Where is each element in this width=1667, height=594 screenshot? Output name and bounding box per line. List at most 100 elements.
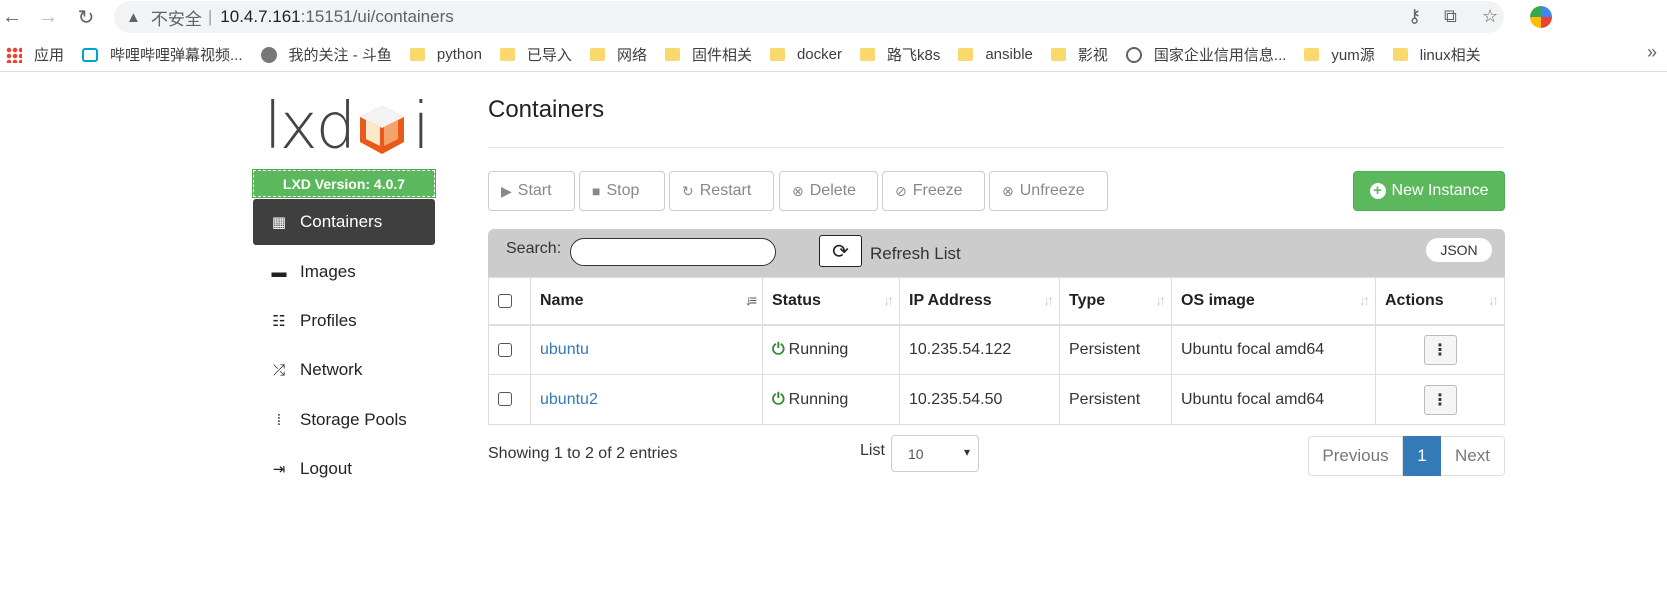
refresh-button[interactable]: ⟳: [819, 235, 862, 267]
more-bookmarks-icon[interactable]: »: [1647, 42, 1657, 63]
previous-page-button[interactable]: Previous: [1308, 436, 1403, 476]
bookmark-folder[interactable]: 固件相关: [664, 44, 752, 65]
delete-button[interactable]: ⊗ Delete: [779, 171, 878, 211]
tv-icon: [82, 47, 99, 62]
browser-toolbar: ← → ↻ ▲ 不安全 | 10.4.7.161:15151/ui/contai…: [0, 0, 1667, 34]
table-row: ubuntu2 ⏻ Running 10.235.54.50 Persistent…: [488, 374, 1505, 425]
cube-logo-icon: [360, 106, 404, 154]
type-cell: Persistent: [1059, 324, 1172, 375]
check-circle-icon: ⊘: [895, 182, 907, 199]
translate-icon[interactable]: ⧉: [1444, 6, 1457, 27]
globe-icon: [1125, 46, 1142, 63]
url-path: :15151/ui/containers: [300, 7, 454, 26]
freeze-button[interactable]: ⊘ Freeze: [882, 171, 985, 211]
column-header-name[interactable]: Name ↓≡: [530, 277, 763, 326]
bookmark-folder[interactable]: 路飞k8s: [860, 44, 940, 65]
actions-menu-button[interactable]: ⋮: [1423, 384, 1457, 415]
folder-icon: [1050, 48, 1066, 61]
bookmark-folder[interactable]: linux相关: [1392, 44, 1481, 65]
lxd-version-badge: LXD Version: 4.0.7: [252, 169, 436, 198]
search-label: Search:: [506, 240, 562, 257]
row-checkbox[interactable]: [498, 392, 512, 407]
current-page-button[interactable]: 1: [1403, 436, 1441, 476]
container-name-link[interactable]: ubuntu: [540, 341, 589, 358]
bookmark-gsxt[interactable]: 国家企业信用信息...: [1125, 44, 1286, 65]
new-instance-button[interactable]: + New Instance: [1353, 171, 1505, 211]
sidebar-item-logout[interactable]: ⇥ Logout: [253, 446, 435, 492]
bookmark-folder[interactable]: 已导入: [499, 44, 572, 65]
row-checkbox[interactable]: [498, 342, 512, 357]
os-image-cell: Ubuntu focal amd64: [1171, 374, 1376, 425]
sidebar-item-label: Profiles: [300, 311, 357, 330]
sidebar-item-containers[interactable]: ▦ Containers: [253, 199, 435, 245]
profile-avatar[interactable]: [1530, 6, 1552, 28]
json-button[interactable]: JSON: [1426, 238, 1492, 262]
containers-table: Name ↓≡ Status ↓↑ IP Address ↓↑ Type ↓↑ OS i…: [488, 277, 1505, 425]
folder-icon: [664, 48, 680, 61]
folder-icon: [1304, 48, 1320, 61]
star-icon[interactable]: ☆: [1482, 6, 1498, 27]
column-header-status[interactable]: Status ↓↑: [762, 277, 900, 326]
os-image-cell: Ubuntu focal amd64: [1171, 324, 1376, 375]
url-host: 10.4.7.161: [220, 7, 301, 26]
page-size-select[interactable]: 10 ▾: [891, 435, 979, 472]
bookmark-folder[interactable]: ansible: [958, 46, 1033, 63]
bookmarks-bar: 应用 哔哩哔哩弹幕视频... 我的关注 - 斗鱼 python 已导入 网络 固…: [0, 38, 1667, 72]
restart-button[interactable]: ↻ Restart: [669, 171, 774, 211]
refresh-label: Refresh List: [870, 244, 961, 263]
sidebar-item-label: Containers: [300, 212, 383, 231]
bookmark-folder[interactable]: yum源: [1304, 44, 1375, 65]
search-bar: Search: ⟳ Refresh List JSON: [488, 229, 1505, 277]
folder-icon: [1392, 48, 1408, 61]
status-text: Running: [788, 390, 849, 408]
play-icon: ▶: [501, 182, 512, 199]
column-header-type[interactable]: Type ↓↑: [1059, 277, 1172, 326]
sort-icon: ↓↑: [1043, 292, 1054, 308]
sidebar-item-label: Logout: [300, 459, 352, 478]
address-bar[interactable]: ▲ 不安全 | 10.4.7.161:15151/ui/containers: [114, 1, 1504, 33]
bookmark-bilibili[interactable]: 哔哩哔哩弹幕视频...: [82, 44, 243, 65]
shuffle-icon: ⤮: [272, 361, 285, 379]
more-vertical-icon: ⋮: [1432, 391, 1448, 409]
fish-icon: [260, 46, 277, 63]
bookmark-folder[interactable]: 影视: [1050, 44, 1108, 65]
bookmark-folder[interactable]: docker: [769, 46, 842, 63]
container-name-link[interactable]: ubuntu2: [540, 391, 598, 408]
start-button[interactable]: ▶ Start: [488, 171, 575, 211]
sidebar-item-label: Storage Pools: [300, 410, 407, 429]
column-header-actions[interactable]: Actions ↓↑: [1375, 277, 1505, 326]
sidebar-item-images[interactable]: ▬ Images: [253, 249, 435, 295]
bookmark-folder[interactable]: python: [409, 46, 482, 63]
folder-icon: [499, 48, 515, 61]
sort-icon: ↓↑: [1488, 292, 1499, 308]
power-icon: ⏻: [772, 390, 785, 408]
column-header-os-image[interactable]: OS image ↓↑: [1171, 277, 1376, 326]
key-icon[interactable]: ⚷: [1408, 6, 1421, 27]
restart-icon: ↻: [682, 182, 694, 199]
tasks-icon: ⁞: [276, 411, 282, 429]
bookmark-douyu[interactable]: 我的关注 - 斗鱼: [260, 44, 392, 65]
forward-icon[interactable]: →: [36, 5, 60, 29]
ip-address-cell: 10.235.54.50: [899, 374, 1060, 425]
bookmark-apps[interactable]: 应用: [6, 44, 64, 65]
sidebar-item-network[interactable]: ⤮ Network: [253, 347, 435, 393]
next-page-button[interactable]: Next: [1441, 436, 1505, 476]
reload-icon[interactable]: ↻: [74, 5, 98, 29]
back-icon[interactable]: ←: [0, 5, 24, 29]
unfreeze-button[interactable]: ⊗ Unfreeze: [989, 171, 1108, 211]
sidebar-item-profiles[interactable]: ☷ Profiles: [253, 298, 435, 344]
search-input[interactable]: [570, 238, 776, 266]
ip-address-cell: 10.235.54.122: [899, 324, 1060, 375]
folder-icon: [958, 48, 974, 61]
sidebar-item-storage-pools[interactable]: ⁞ Storage Pools: [253, 397, 435, 443]
bookmark-folder[interactable]: 网络: [589, 44, 647, 65]
logout-icon: ⇥: [272, 461, 286, 478]
select-all-checkbox[interactable]: [498, 293, 512, 308]
actions-menu-button[interactable]: ⋮: [1423, 334, 1457, 365]
url-separator: |: [207, 7, 213, 26]
sidebar-item-label: Images: [300, 262, 356, 281]
table-header-row: Name ↓≡ Status ↓↑ IP Address ↓↑ Type ↓↑ OS i…: [488, 277, 1505, 326]
column-header-ip-address[interactable]: IP Address ↓↑: [899, 277, 1060, 326]
stop-button[interactable]: ■ Stop: [579, 171, 665, 211]
folder-icon: [769, 48, 785, 61]
